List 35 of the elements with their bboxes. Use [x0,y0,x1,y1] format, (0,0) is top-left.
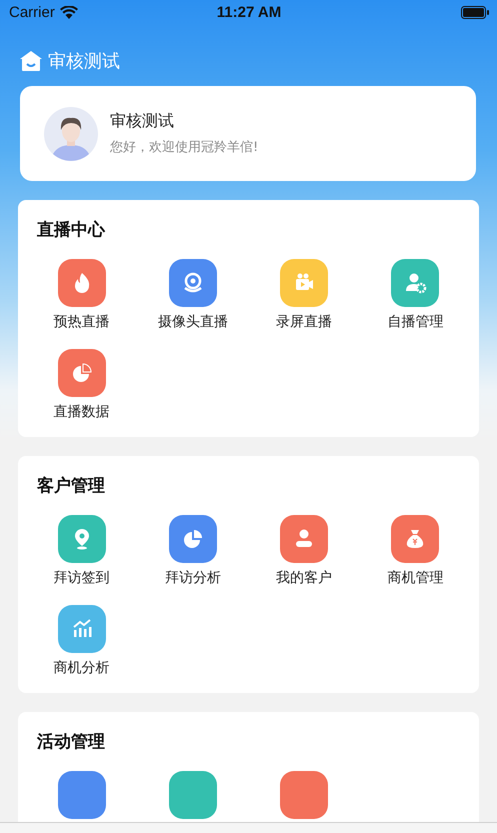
app-tile-button[interactable] [168,515,217,563]
shortcut-label[interactable]: 预热直播 [54,313,110,331]
header-title: 审核测试 [48,50,120,73]
app-tile-button[interactable] [280,515,328,563]
app-tile-button[interactable] [280,259,328,307]
user-name: 审核测试 [110,111,175,132]
section-title: 直播中心 [37,219,106,242]
shortcut-label[interactable]: 商机管理 [387,569,444,587]
avatar-icon [44,106,98,160]
app-tile-button[interactable] [58,515,106,563]
app-tile-button[interactable] [58,259,106,307]
app-tile-button[interactable] [168,771,217,819]
battery-icon [460,6,489,18]
app-tile-button[interactable] [58,771,106,819]
home-icon [20,51,42,71]
shortcut-label[interactable]: 拜访签到 [54,569,110,587]
shortcut-label[interactable]: 录屏直播 [276,313,332,331]
carrier-label: Carrier [9,4,55,20]
shortcut-label[interactable]: 直播数据 [54,403,110,421]
shortcut-label[interactable]: 商机分析 [54,659,110,677]
status-time: 11:27 AM [216,4,282,20]
app-tile-button[interactable] [391,259,440,307]
app-tile-button[interactable] [58,349,106,397]
shortcut-label[interactable]: 我的客户 [276,569,332,587]
app-tile-button[interactable] [280,771,328,819]
welcome-text: 您好，欢迎使用冠羚羊倌! [110,139,258,156]
shortcut-label[interactable]: 摄像头直播 [158,313,228,331]
section-title: 活动管理 [37,731,106,754]
shortcut-label[interactable]: 拜访分析 [164,569,221,587]
section-title: 客户管理 [37,475,106,498]
wifi-icon [60,6,78,18]
app-tile-button[interactable] [391,515,440,563]
app-tile-button[interactable] [168,259,217,307]
app-tile-button[interactable] [58,605,106,653]
shortcut-label[interactable]: 自播管理 [387,313,444,331]
